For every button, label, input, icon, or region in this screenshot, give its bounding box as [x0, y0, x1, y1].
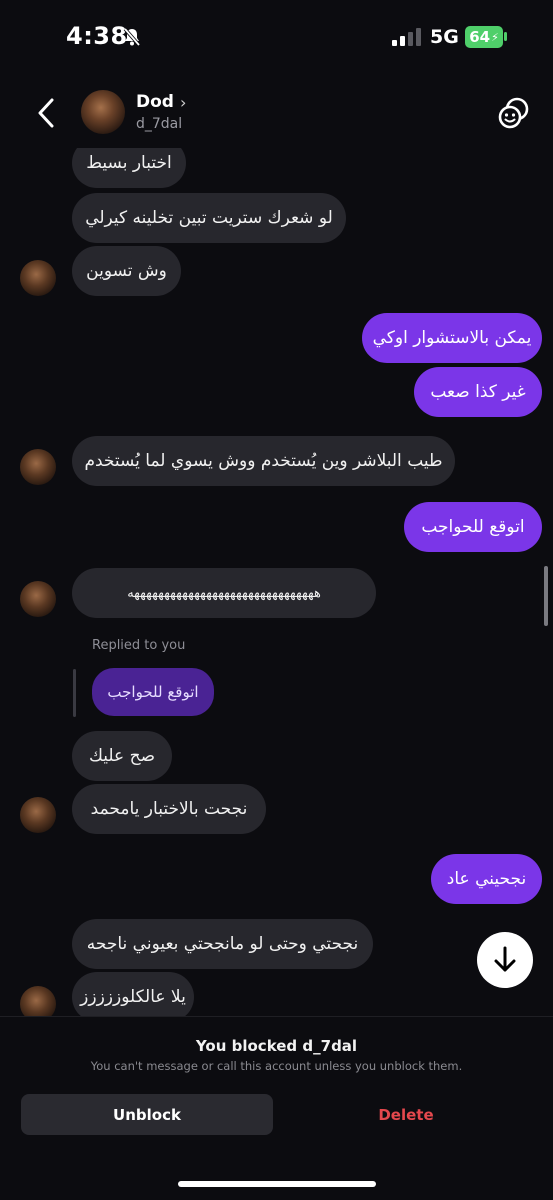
- blocked-subtitle: You can't message or call this account u…: [90, 1059, 463, 1073]
- sender-avatar[interactable]: [20, 986, 56, 1016]
- home-indicator[interactable]: [178, 1181, 376, 1187]
- message-bubble-sent[interactable]: نجحيني عاد: [431, 854, 542, 904]
- bell-slash-icon: [123, 27, 141, 47]
- sender-avatar[interactable]: [20, 581, 56, 617]
- arrow-down-icon: [494, 946, 516, 972]
- battery-cap: [504, 32, 507, 41]
- battery-level: 64: [469, 28, 491, 46]
- charging-icon: ⚡: [491, 30, 499, 44]
- unblock-button[interactable]: Unblock: [21, 1094, 273, 1135]
- blocked-title: You blocked d_7dal: [195, 1037, 358, 1055]
- message-bubble-received[interactable]: طيب البلاشر وين يُستخدم ووش يسوي لما يُس…: [72, 436, 455, 486]
- sender-avatar[interactable]: [20, 797, 56, 833]
- signal-icon: [392, 28, 421, 46]
- avatar[interactable]: [81, 90, 125, 134]
- message-bubble-received[interactable]: يلا عالكلوززززز: [72, 972, 194, 1016]
- scroll-to-bottom-button[interactable]: [477, 932, 533, 988]
- message-thread[interactable]: اختبار بسيط لو شعرك ستريت تبين تخلينه كي…: [0, 148, 553, 1016]
- delete-button[interactable]: Delete: [280, 1094, 532, 1135]
- message-bubble-received[interactable]: هههههههههههههههههههههههههههههههه: [72, 568, 376, 618]
- chevron-right-icon[interactable]: ›: [180, 93, 186, 112]
- message-bubble-received[interactable]: نجحتي وحتى لو مانجحتي بعيوني ناجحه: [72, 919, 373, 969]
- network-type: 5G: [430, 26, 459, 48]
- contact-username[interactable]: d_7dal: [136, 116, 182, 132]
- message-bubble-received[interactable]: لو شعرك ستريت تبين تخلينه كيرلي: [72, 193, 346, 243]
- message-bubble-received[interactable]: اختبار بسيط: [72, 148, 186, 188]
- scrollbar[interactable]: [544, 566, 548, 626]
- chat-theme-icon[interactable]: [496, 96, 532, 130]
- chat-header: Dod › d_7dal: [0, 76, 553, 148]
- sender-avatar[interactable]: [20, 449, 56, 485]
- message-bubble-received[interactable]: وش تسوين: [72, 246, 181, 296]
- message-bubble-sent[interactable]: يمكن بالاستشوار اوكي: [362, 313, 542, 363]
- message-bubble-received[interactable]: صح عليك: [72, 731, 172, 781]
- status-time: 4:38: [66, 22, 128, 50]
- message-bubble-received[interactable]: نجحت بالاختبار يامحمد: [72, 784, 266, 834]
- reply-divider: [73, 669, 76, 717]
- back-chevron-icon[interactable]: [34, 96, 60, 130]
- battery-indicator: 64 ⚡: [465, 26, 503, 48]
- message-bubble-sent[interactable]: غير كذا صعب: [414, 367, 542, 417]
- blocked-footer: You blocked d_7dal You can't message or …: [0, 1016, 553, 1200]
- message-bubble-sent[interactable]: اتوقع للحواجب: [404, 502, 542, 552]
- sender-avatar[interactable]: [20, 260, 56, 296]
- replied-to-label: Replied to you: [92, 638, 186, 653]
- status-bar: 4:38 5G 64 ⚡: [0, 0, 553, 76]
- contact-name[interactable]: Dod: [136, 92, 174, 112]
- quoted-message[interactable]: اتوقع للحواجب: [92, 668, 214, 716]
